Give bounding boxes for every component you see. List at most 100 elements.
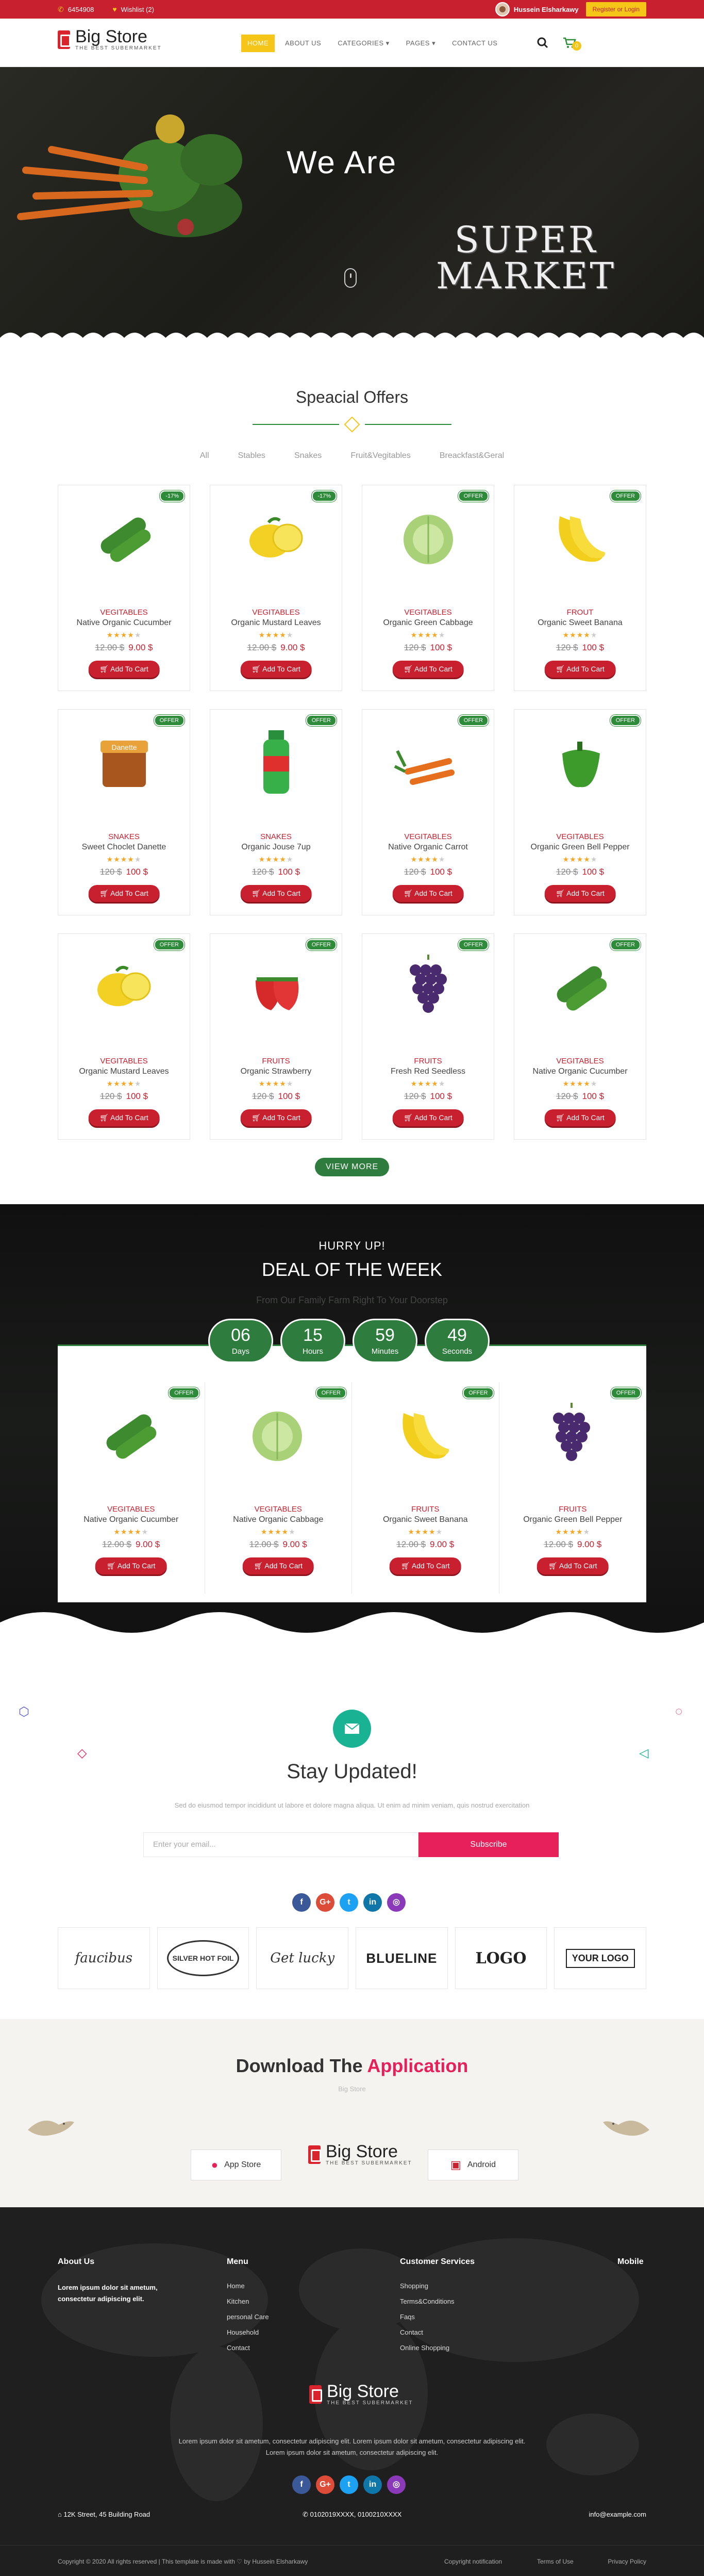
product-name[interactable]: Native Organic Cucumber	[58, 618, 190, 628]
product-name[interactable]: Native Organic Cucumber	[58, 1515, 205, 1524]
product-card[interactable]: OFFER VEGITABLES Native Organic Cucumber ★★…	[58, 1382, 205, 1594]
footer-link-contact[interactable]: Contact	[227, 2344, 269, 2352]
product-name[interactable]: Native Organic Cabbage	[205, 1515, 352, 1524]
product-card[interactable]: OFFER VEGITABLES Native Organic Cabbage ★★★…	[205, 1382, 352, 1594]
add-to-cart-button[interactable]: 🛒︎ Add To Cart	[240, 661, 312, 678]
footer-link-faqs[interactable]: Faqs	[400, 2313, 475, 2321]
footer-logo[interactable]: Big Store THE BEST SUBERMARKET	[309, 2383, 413, 2406]
add-to-cart-button[interactable]: 🛒︎ Add To Cart	[392, 885, 464, 902]
product-name[interactable]: Organic Strawberry	[210, 1067, 342, 1076]
product-name[interactable]: Organic Sweet Banana	[514, 618, 646, 628]
product-card[interactable]: OFFER Danette SNAKES Sweet Choclet Danette ★…	[58, 709, 190, 915]
product-card[interactable]: -17% VEGITABLES Organic Mustard Leaves ★★★★…	[210, 485, 342, 691]
terms-of-use-link[interactable]: Terms of Use	[537, 2558, 574, 2565]
product-card[interactable]: OFFER FROUT Organic Sweet Banana ★★★★★ 120 $…	[514, 485, 646, 691]
android-button[interactable]: ▣ Android	[428, 2150, 518, 2180]
wishlist-link[interactable]: ♥ Wishlist (2)	[112, 5, 154, 13]
product-name[interactable]: Organic Green Bell Pepper	[514, 843, 646, 852]
product-name[interactable]: Organic Sweet Banana	[352, 1515, 499, 1524]
product-name[interactable]: Fresh Red Seedless	[362, 1067, 494, 1076]
phone-info[interactable]: ✆ 6454908	[58, 5, 94, 14]
add-to-cart-button[interactable]: 🛒︎ Add To Cart	[88, 885, 160, 902]
product-name[interactable]: Organic Jouse 7up	[210, 843, 342, 852]
carrot-product-image[interactable]	[392, 725, 464, 797]
subscribe-button[interactable]: Subscribe	[418, 1832, 559, 1857]
product-name[interactable]: Organic Green Bell Pepper	[499, 1515, 647, 1524]
add-to-cart-button[interactable]: 🛒︎ Add To Cart	[389, 1557, 461, 1574]
lemon-product-image[interactable]	[240, 501, 312, 573]
product-card[interactable]: -17% VEGITABLES Native Organic Cucumber ★★★…	[58, 485, 190, 691]
nav-contact[interactable]: CONTACT US	[446, 35, 504, 52]
scroll-down-icon[interactable]	[344, 268, 357, 288]
brand-logo[interactable]: Get lucky	[256, 1927, 349, 1989]
add-to-cart-button[interactable]: 🛒︎ Add To Cart	[392, 1109, 464, 1126]
footer-link-personal-care[interactable]: personal Care	[227, 2313, 269, 2321]
product-card[interactable]: OFFER VEGITABLES Organic Mustard Leaves ★★★…	[58, 933, 190, 1140]
cabbage-product-image[interactable]	[241, 1398, 313, 1470]
danette-product-image[interactable]: Danette	[88, 725, 160, 797]
product-card[interactable]: OFFER SNAKES Organic Jouse 7up ★★★★★ 120 $ 10…	[210, 709, 342, 915]
product-card[interactable]: OFFER VEGITABLES Native Organic Cucumber ★★…	[514, 933, 646, 1140]
brand-logo[interactable]: faucibus	[58, 1927, 150, 1989]
brand-logo[interactable]: YOUR LOGO	[554, 1927, 647, 1989]
product-name[interactable]: Organic Green Cabbage	[362, 618, 494, 628]
grapes-product-image[interactable]	[535, 1398, 608, 1470]
brand-logo[interactable]: BLUELINE	[356, 1927, 448, 1989]
view-more-button[interactable]: VIEW MORE	[315, 1158, 389, 1176]
footer-link-terms[interactable]: Terms&Conditions	[400, 2298, 475, 2305]
product-name[interactable]: Organic Mustard Leaves	[210, 618, 342, 628]
product-card[interactable]: OFFER FRUITS Organic Sweet Banana ★★★★★ 12.0…	[352, 1382, 499, 1594]
cabbage-product-image[interactable]	[392, 501, 464, 573]
add-to-cart-button[interactable]: 🛒︎ Add To Cart	[544, 885, 616, 902]
product-card[interactable]: OFFER VEGITABLES Organic Green Cabbage ★★★★…	[362, 485, 494, 691]
add-to-cart-button[interactable]: 🛒︎ Add To Cart	[88, 1109, 160, 1126]
product-card[interactable]: OFFER FRUITS Organic Strawberry ★★★★★ 120 $1…	[210, 933, 342, 1140]
product-card[interactable]: OFFER VEGITABLES Organic Green Bell Pepper…	[514, 709, 646, 915]
filter-stables[interactable]: Stables	[238, 451, 265, 461]
add-to-cart-button[interactable]: 🛒︎ Add To Cart	[544, 661, 616, 678]
footer-link-household[interactable]: Household	[227, 2328, 269, 2336]
nav-home[interactable]: HOME	[241, 35, 275, 52]
footer-link-contact[interactable]: Contact	[400, 2328, 475, 2336]
add-to-cart-button[interactable]: 🛒︎ Add To Cart	[537, 1557, 609, 1574]
banana-product-image[interactable]	[544, 501, 616, 573]
footer-link-shopping[interactable]: Shopping	[400, 2282, 475, 2290]
register-login-button[interactable]: Register or Login	[585, 2, 646, 17]
user-menu[interactable]: Hussein Elsharkawy	[495, 2, 579, 17]
brand-logo[interactable]: LOGO	[455, 1927, 547, 1989]
site-logo[interactable]: Big Store THE BEST SUBERMARKET	[58, 28, 162, 51]
email-input[interactable]: Enter your email...	[143, 1832, 418, 1857]
twitter-icon[interactable]: t	[340, 1893, 358, 1912]
product-name[interactable]: Native Organic Carrot	[362, 843, 494, 852]
add-to-cart-button[interactable]: 🛒︎ Add To Cart	[544, 1109, 616, 1126]
footer-email[interactable]: info@example.com	[589, 2511, 646, 2518]
google-plus-icon[interactable]: G+	[316, 2475, 334, 2494]
add-to-cart-button[interactable]: 🛒︎ Add To Cart	[392, 661, 464, 678]
app-store-button[interactable]: ● App Store	[191, 2150, 281, 2180]
add-to-cart-button[interactable]: 🛒︎ Add To Cart	[240, 1109, 312, 1126]
filter-snakes[interactable]: Snakes	[294, 451, 322, 461]
linkedin-icon[interactable]: in	[363, 1893, 382, 1912]
footer-link-online-shopping[interactable]: Online Shopping	[400, 2344, 475, 2352]
filter-all[interactable]: All	[200, 451, 209, 461]
filter-breakfast[interactable]: Breackfast&Geral	[440, 451, 504, 461]
add-to-cart-button[interactable]: 🛒︎ Add To Cart	[95, 1557, 167, 1574]
linkedin-icon[interactable]: in	[363, 2475, 382, 2494]
twitter-icon[interactable]: t	[340, 2475, 358, 2494]
nav-pages[interactable]: PAGES ▾	[400, 35, 442, 52]
cart-icon[interactable]: 0	[563, 37, 581, 52]
banana-product-image[interactable]	[388, 1398, 460, 1470]
footer-link-kitchen[interactable]: Kitchen	[227, 2298, 269, 2305]
facebook-icon[interactable]: f	[292, 2475, 311, 2494]
product-card[interactable]: OFFER FRUITS Fresh Red Seedless ★★★★★ 120 $1…	[362, 933, 494, 1140]
google-plus-icon[interactable]: G+	[316, 1893, 334, 1912]
product-name[interactable]: Native Organic Cucumber	[514, 1067, 646, 1076]
cucumber-product-image[interactable]	[94, 1398, 166, 1470]
instagram-icon[interactable]: ◎	[387, 1893, 406, 1912]
cucumber-product-image[interactable]	[88, 501, 160, 573]
privacy-policy-link[interactable]: Privacy Policy	[608, 2558, 646, 2565]
cucumber-product-image[interactable]	[544, 949, 616, 1022]
pepper-product-image[interactable]	[544, 725, 616, 797]
strawberry-product-image[interactable]	[240, 949, 312, 1022]
add-to-cart-button[interactable]: 🛒︎ Add To Cart	[88, 661, 160, 678]
